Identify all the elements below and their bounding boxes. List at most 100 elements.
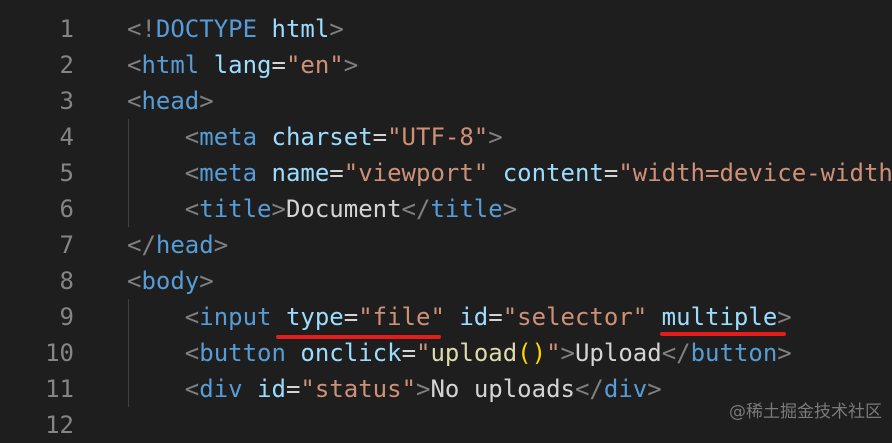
token-str: "en" <box>285 51 344 79</box>
indent-guide <box>128 299 129 407</box>
token-bracket: > <box>560 339 575 367</box>
token-bracket: <! <box>127 15 156 43</box>
code-content: <button onclick="upload()">Upload</butto… <box>185 335 792 371</box>
token-attr: onclick <box>300 339 402 367</box>
code-line[interactable]: 9 <input type="file" id="selector" multip… <box>0 299 892 335</box>
token-attr: lang <box>213 51 272 79</box>
code-content: </head> <box>127 227 228 263</box>
token-bracket: > <box>343 51 359 79</box>
line-number: 12 <box>45 411 74 439</box>
token-bracket: > <box>502 195 518 223</box>
code-line[interactable]: 1 <!DOCTYPE html> <box>0 11 892 47</box>
token-tag: body <box>141 267 200 295</box>
token-eq: = <box>285 375 301 403</box>
line-number: 10 <box>45 339 74 367</box>
code-line[interactable]: 8 <body> <box>0 263 892 299</box>
token-bracket: > <box>329 15 344 43</box>
token-tag: DOCTYPE <box>155 15 258 43</box>
token-bracket: < <box>184 123 200 151</box>
watermark: @稀土掘金技术社区 <box>729 402 882 422</box>
code-line[interactable]: 4 <meta charset="UTF-8"> <box>0 119 892 155</box>
line-number: 3 <box>59 87 74 115</box>
token-bracket: > <box>777 339 792 367</box>
token-str: "status" <box>300 375 417 403</box>
token-str: "viewport" <box>343 159 489 187</box>
token-eq: = <box>603 159 619 187</box>
code-line[interactable]: 5 <meta name="viewport" content="width=de… <box>0 155 892 191</box>
token-attr: type <box>285 303 344 331</box>
token-text: No uploads <box>430 375 575 403</box>
token-bracket: < <box>184 339 200 367</box>
token-attr: content <box>502 159 604 187</box>
code-line[interactable]: 10 <button onclick="upload()">Upload</but… <box>0 335 892 371</box>
token-tag: head <box>141 87 200 115</box>
token-eq: = <box>401 339 417 367</box>
token-str: " <box>546 339 561 367</box>
code-content: <!DOCTYPE html> <box>127 11 344 47</box>
token-eq: = <box>372 123 388 151</box>
line-number: 11 <box>45 375 74 403</box>
line-number: 1 <box>59 15 74 43</box>
code-line[interactable]: 2 <html lang="en"> <box>0 47 892 83</box>
token-str: "UTF-8" <box>387 123 489 151</box>
code-content: <head> <box>127 83 214 119</box>
token-attr: name <box>271 159 330 187</box>
token-text: Document <box>285 195 402 223</box>
token-tag: div <box>603 375 648 403</box>
token-bracket: > <box>488 123 503 151</box>
token-bracket: </ <box>574 375 604 403</box>
line-number: 4 <box>59 123 74 151</box>
token-eq: = <box>271 51 286 79</box>
token-text: Upload <box>574 339 662 367</box>
red-underline-multiple <box>660 332 786 336</box>
code-content: <div id="status">No uploads</div> <box>185 371 662 407</box>
token-bracket: < <box>127 51 142 79</box>
token-bracket: < <box>184 375 200 403</box>
code-line[interactable]: 6 <title>Document</title> <box>0 191 892 227</box>
token-bracket: > <box>777 303 792 331</box>
code-content: <html lang="en"> <box>127 47 358 83</box>
breadcrumb-bar-cropped <box>0 0 892 6</box>
token-attr: multiple <box>661 303 778 331</box>
token-attr: id <box>257 375 286 403</box>
token-bracket: > <box>199 267 214 295</box>
token-tag: button <box>690 339 778 367</box>
code-line[interactable]: 7 </head> <box>0 227 892 263</box>
token-tag: meta <box>199 123 258 151</box>
indent-guide <box>128 119 129 227</box>
token-bracket: > <box>416 375 431 403</box>
token-tag: meta <box>199 159 258 187</box>
token-bracket: < <box>184 195 200 223</box>
token-eq: = <box>488 303 503 331</box>
line-number: 9 <box>59 303 74 331</box>
token-tag: div <box>199 375 243 403</box>
token-paren: () <box>517 339 547 367</box>
token-bracket: < <box>184 159 200 187</box>
token-str: "selector" <box>502 303 648 331</box>
token-str: "file" <box>358 303 445 331</box>
token-bracket: </ <box>127 231 156 259</box>
code-content: <meta charset="UTF-8"> <box>185 119 503 155</box>
token-tag: title <box>430 195 503 223</box>
token-bracket: </ <box>401 195 431 223</box>
token-attr: html <box>271 15 330 43</box>
token-eq: = <box>343 303 359 331</box>
token-bracket: < <box>184 303 200 331</box>
line-number: 7 <box>59 231 74 259</box>
token-tag: head <box>155 231 214 259</box>
code-line[interactable]: 3 <head> <box>0 83 892 119</box>
code-content: <meta name="viewport" content="width=dev… <box>185 155 892 191</box>
token-bracket: </ <box>661 339 691 367</box>
token-tag: input <box>199 303 272 331</box>
token-attr: id <box>459 303 489 331</box>
code-content: <body> <box>127 263 214 299</box>
